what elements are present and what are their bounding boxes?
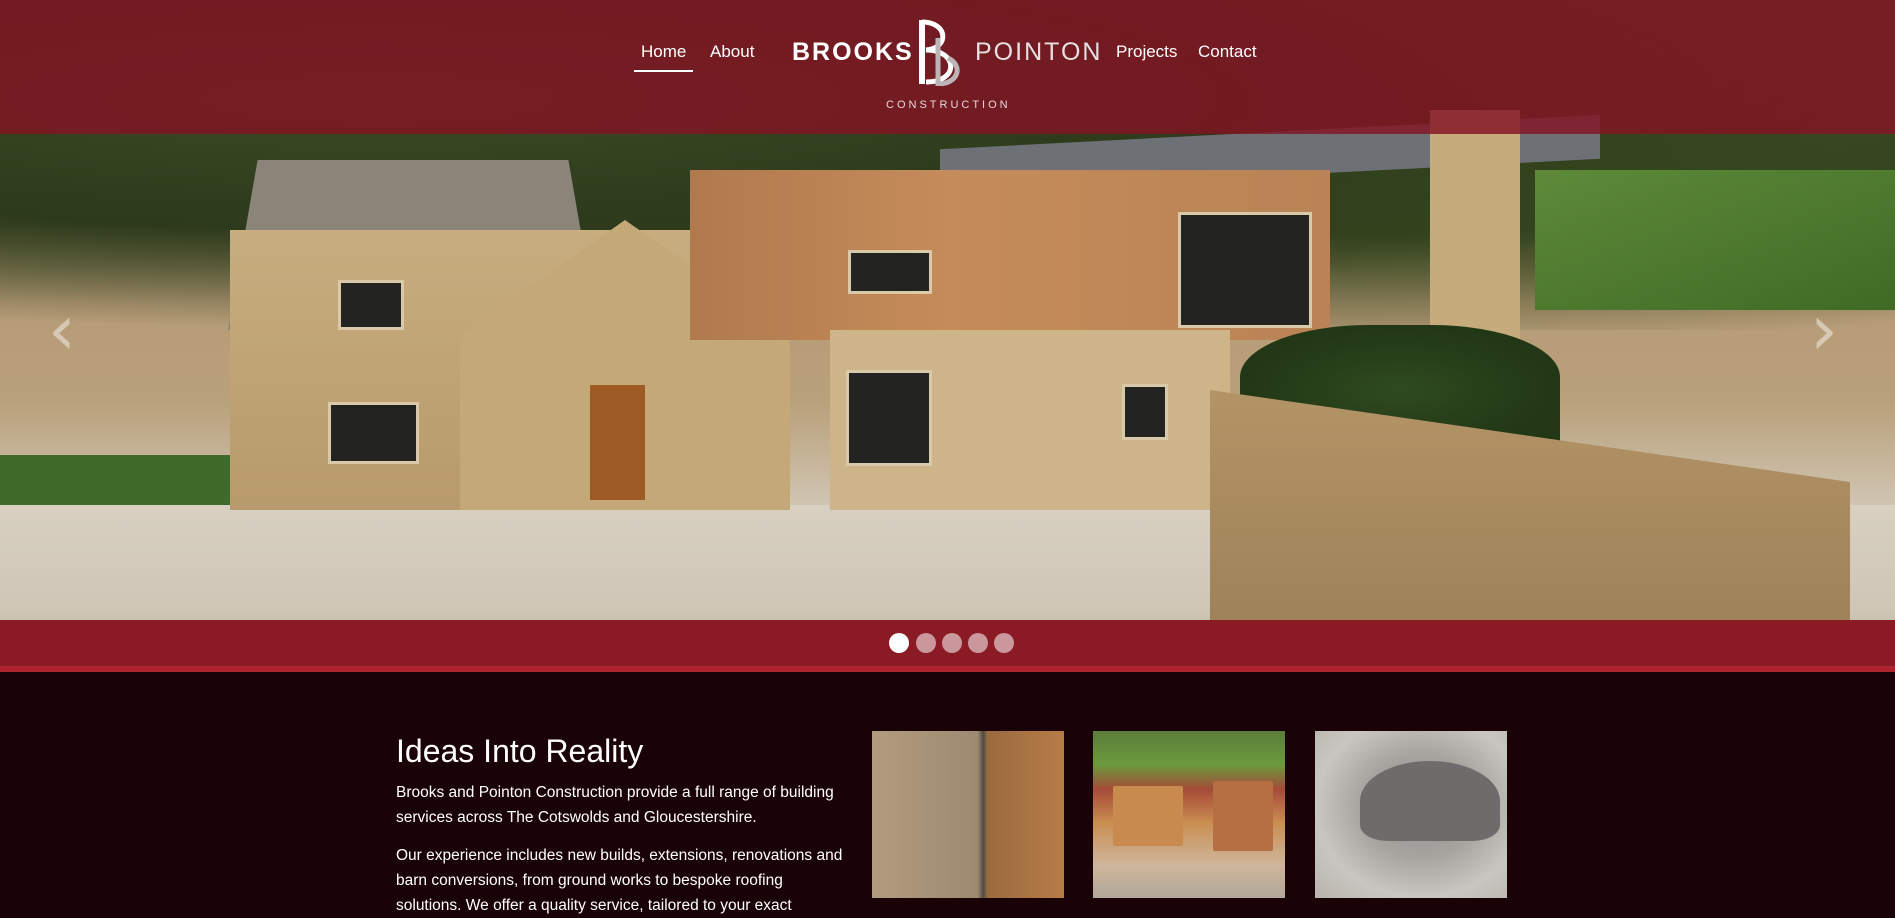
thumbnail-house-block: [1113, 786, 1183, 846]
stone-chimney-tower: [1430, 110, 1520, 350]
carousel-dot-4[interactable]: [968, 633, 988, 653]
thumbnail-house-block-2: [1213, 781, 1273, 851]
grass-hill: [1535, 170, 1895, 310]
intro-heading: Ideas Into Reality: [396, 733, 644, 769]
intro-paragraph-1: Brooks and Pointon Construction provide …: [396, 784, 834, 826]
nav-contact-link[interactable]: Contact: [1198, 42, 1257, 62]
thumbnail-bathtub-shape: [1360, 761, 1500, 841]
project-thumbnail-aerial-house[interactable]: [1093, 731, 1285, 898]
front-door: [590, 385, 645, 500]
cottage-window: [328, 402, 419, 464]
carousel-dot-1[interactable]: [889, 633, 909, 653]
logo-word-brooks: BROOKS: [792, 38, 914, 66]
prev-slide-arrow-icon[interactable]: ‹: [48, 295, 78, 365]
logo-bp-monogram-icon: [919, 19, 960, 86]
carousel-dot-2[interactable]: [916, 633, 936, 653]
nav-home-link[interactable]: Home: [641, 42, 686, 62]
project-thumbnail-bathtub[interactable]: [1315, 731, 1507, 898]
lower-window: [1122, 384, 1168, 440]
project-thumbnail-stone-timber[interactable]: [872, 731, 1064, 898]
next-slide-arrow-icon[interactable]: ›: [1810, 295, 1840, 365]
site-header: Home About BROOKS POINTON CONSTRUCTION P…: [0, 0, 1895, 134]
large-glazed-window: [1178, 212, 1312, 328]
dormer-window: [338, 280, 404, 330]
intro-paragraph-2: Our experience includes new builds, exte…: [396, 847, 843, 914]
wing-window: [848, 250, 932, 294]
carousel-dot-3[interactable]: [942, 633, 962, 653]
logo-subtitle: CONSTRUCTION: [886, 99, 1011, 111]
nav-about-link[interactable]: About: [710, 42, 754, 62]
nav-projects-link[interactable]: Projects: [1116, 42, 1177, 62]
carousel-dot-5[interactable]: [994, 633, 1014, 653]
glazed-door: [846, 370, 932, 466]
logo-word-pointon: POINTON: [975, 38, 1103, 66]
nav-active-underline: [634, 70, 693, 72]
